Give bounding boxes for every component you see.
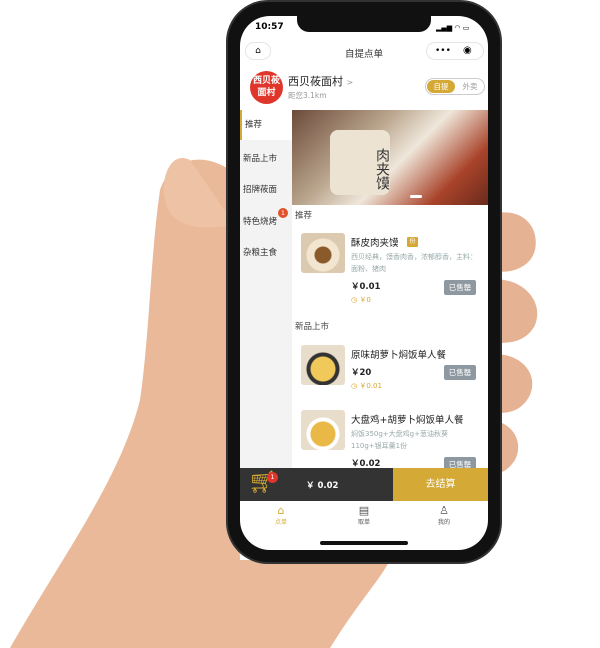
- sold-out-button[interactable]: 已售罄: [444, 365, 476, 380]
- category-sidebar: 推荐 新品上市 招牌莜面 特色烧烤 1 杂粮主食: [240, 110, 292, 470]
- sidebar-badge: 1: [278, 208, 288, 218]
- shop-name[interactable]: 西贝莜面村 >: [288, 73, 353, 89]
- shop-name-text: 西贝莜面村: [288, 75, 343, 88]
- close-miniprogram-icon[interactable]: ◉: [463, 43, 472, 59]
- clock-icon: ◷: [351, 296, 358, 304]
- home-indicator: [320, 541, 408, 545]
- tab-order[interactable]: ⌂ 点单: [261, 504, 301, 526]
- item-image[interactable]: [301, 345, 345, 385]
- item-image[interactable]: [301, 233, 345, 273]
- item-tag: 份: [407, 237, 418, 247]
- checkout-button[interactable]: 去结算: [393, 468, 488, 501]
- member-price: ◷ ￥0: [351, 295, 371, 305]
- delivery-tab[interactable]: 外卖: [457, 80, 483, 93]
- order-mode-toggle[interactable]: 自提 外卖: [425, 78, 485, 95]
- tab-mine[interactable]: ♙ 我的: [424, 504, 464, 526]
- capsule-menu[interactable]: ••• ◉: [426, 42, 484, 60]
- phone-screen: 10:57 ▂▄▆ ◠ ▭ ⌂ 自提点单 ••• ◉ 西贝莜面村 西贝莜面村 >…: [240, 16, 488, 550]
- section-title: 新品上市: [295, 322, 330, 332]
- member-price-value: ￥0.01: [359, 382, 382, 390]
- item-name[interactable]: 原味胡萝卜焖饭单人餐: [351, 347, 446, 361]
- shop-distance: 距您3.1km: [288, 91, 327, 100]
- banner-text: 肉夹馍: [330, 130, 390, 195]
- cart-bar[interactable]: 🛒︎ 1 ￥ 0.02: [240, 468, 393, 501]
- sidebar-item-signature[interactable]: 招牌莜面: [240, 175, 292, 205]
- item-desc: 西贝经典，馍香肉香，浓郁醇香，主料：面粉、猪肉: [351, 253, 477, 273]
- shop-logo: 西贝莜面村: [250, 71, 283, 104]
- cart-badge: 1: [267, 472, 278, 483]
- tab-pickup[interactable]: ▤ 取单: [344, 504, 384, 526]
- status-time: 10:57: [255, 22, 284, 32]
- notch: [297, 16, 431, 32]
- sold-out-button[interactable]: 已售罄: [444, 280, 476, 295]
- item-name[interactable]: 大盘鸡+胡萝卜焖饭单人餐: [351, 412, 463, 426]
- pickup-tab[interactable]: 自提: [427, 80, 455, 93]
- chevron-right-icon: >: [346, 78, 354, 87]
- member-price-value: ￥0: [359, 296, 371, 304]
- status-icons: ▂▄▆ ◠ ▭: [436, 24, 470, 32]
- sidebar-item-grains[interactable]: 杂粮主食: [240, 238, 292, 268]
- section-title: 推荐: [295, 211, 313, 221]
- tab-label: 我的: [437, 519, 450, 526]
- item-name[interactable]: 酥皮肉夹馍: [351, 235, 399, 249]
- home-icon: ⌂: [277, 504, 285, 517]
- item-desc: 焖饭350g+大盘鸡g+葱油秋葵110g+银耳羹1份: [351, 430, 448, 450]
- receipt-icon: ▤: [358, 504, 370, 517]
- clock-icon: ◷: [351, 382, 358, 390]
- banner-image[interactable]: 肉夹馍: [292, 110, 488, 205]
- item-price: ￥0.01: [351, 282, 381, 292]
- item-price: ￥20: [351, 368, 372, 378]
- sidebar-item-new[interactable]: 新品上市: [240, 144, 292, 174]
- carousel-indicator[interactable]: [410, 195, 422, 198]
- cart-total: ￥ 0.02: [306, 481, 339, 491]
- sidebar-item-recommend[interactable]: 推荐: [240, 110, 292, 140]
- user-icon: ♙: [439, 504, 449, 517]
- tab-label: 点单: [274, 519, 287, 526]
- member-price: ◷ ￥0.01: [351, 381, 382, 391]
- item-image[interactable]: [301, 410, 345, 450]
- tab-label: 取单: [357, 519, 370, 526]
- more-icon[interactable]: •••: [435, 43, 451, 59]
